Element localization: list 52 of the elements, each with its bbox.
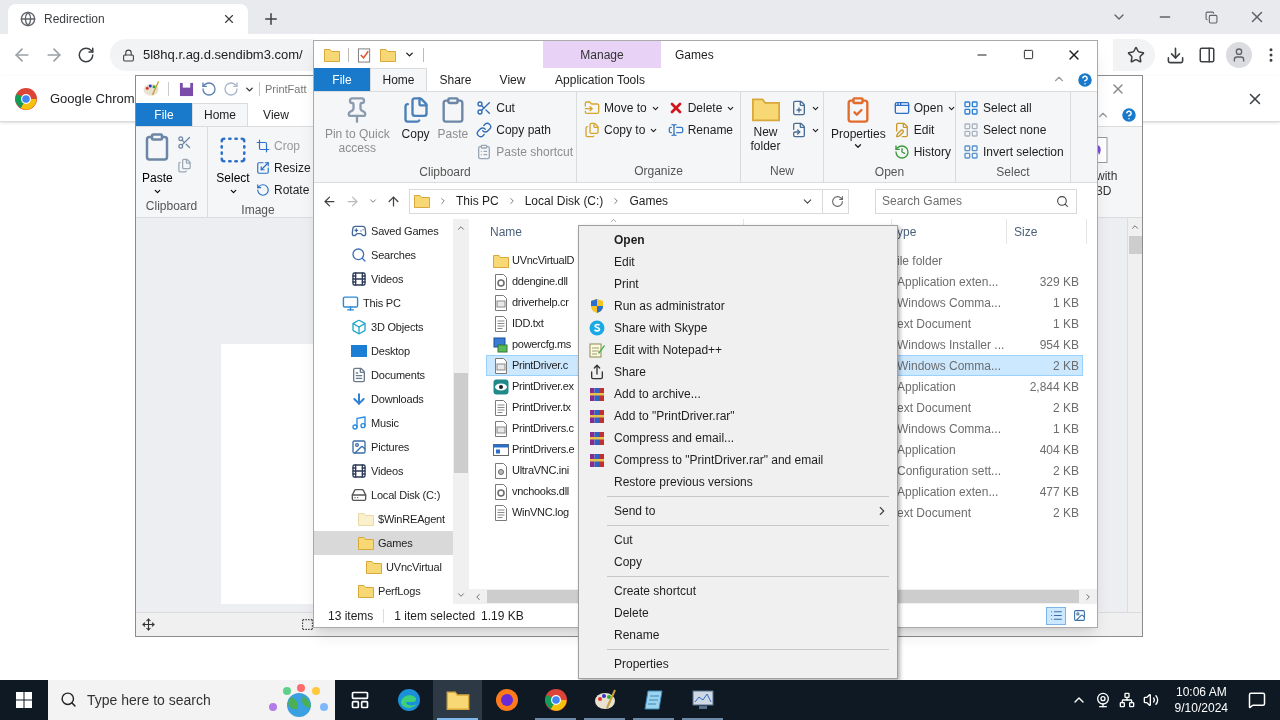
file-name: driverhelp.cr bbox=[512, 295, 569, 311]
file-name: IDD.txt bbox=[512, 316, 544, 332]
file-name: vnchooks.dll bbox=[512, 484, 569, 500]
file-type: Windows Comma... bbox=[897, 357, 1003, 375]
file-size: 329 KB bbox=[1038, 273, 1079, 291]
file-size: 404 KB bbox=[1038, 441, 1079, 459]
window-title: PrintFatt bbox=[265, 81, 307, 97]
file-type: Configuration sett... bbox=[897, 462, 1003, 480]
file-type: ext Document bbox=[897, 315, 973, 333]
group-label: Clipboard bbox=[418, 164, 472, 181]
contextual-tab-header: Manage bbox=[543, 41, 661, 68]
status-text: 1 item selected bbox=[394, 607, 476, 625]
file-size: 477 KB bbox=[1038, 483, 1079, 501]
file-name: PrintDrivers.e bbox=[512, 442, 575, 458]
file-name: PrintDriver.tx bbox=[512, 400, 571, 416]
file-name: UVncVirtualD bbox=[512, 253, 575, 269]
file-type: Application bbox=[897, 378, 957, 396]
file-name: PrintDriver.ex bbox=[512, 379, 574, 395]
file-type: Windows Comma... bbox=[897, 294, 1003, 312]
file-name: ddengine.dll bbox=[512, 274, 568, 290]
window-title: Games bbox=[675, 46, 715, 64]
file-type: Application bbox=[897, 441, 957, 459]
group-label: New bbox=[769, 163, 795, 180]
file-type: Windows Comma... bbox=[897, 420, 1003, 438]
file-type: ext Document bbox=[897, 399, 973, 417]
file-type: Application exten... bbox=[897, 483, 1000, 501]
group-label: Open bbox=[873, 164, 906, 181]
group-label: Image bbox=[240, 202, 276, 219]
file-size: 2,844 KB bbox=[1028, 378, 1079, 396]
file-size: 2 KB bbox=[1052, 462, 1079, 480]
file-size: 2 KB bbox=[1052, 357, 1079, 375]
group-label: Organize bbox=[633, 163, 684, 180]
file-size: 954 KB bbox=[1038, 336, 1079, 354]
file-name: PrintDriver.c bbox=[512, 358, 568, 374]
file-type: Windows Installer ... bbox=[897, 336, 1006, 354]
file-size: 1 KB bbox=[1052, 294, 1079, 312]
file-size: 2 KB bbox=[1052, 399, 1079, 417]
file-name: WinVNC.log bbox=[512, 505, 569, 521]
file-type: ile folder bbox=[897, 252, 944, 270]
file-type: Application exten... bbox=[897, 273, 1000, 291]
group-label: Clipboard bbox=[144, 198, 199, 215]
file-name: powercfg.ms bbox=[512, 337, 572, 353]
file-name: PrintDrivers.c bbox=[512, 421, 574, 437]
status-text: 1.19 KB bbox=[481, 607, 524, 625]
file-size: 1 KB bbox=[1052, 420, 1079, 438]
file-type: ext Document bbox=[897, 504, 973, 522]
group-label: Select bbox=[995, 164, 1031, 181]
infobar-text: Google Chrom bbox=[50, 89, 135, 108]
status-text: 13 items bbox=[328, 607, 374, 625]
file-size: 1 KB bbox=[1052, 315, 1079, 333]
file-size: 2 KB bbox=[1052, 504, 1079, 522]
file-name: UltraVNC.ini bbox=[512, 463, 569, 479]
